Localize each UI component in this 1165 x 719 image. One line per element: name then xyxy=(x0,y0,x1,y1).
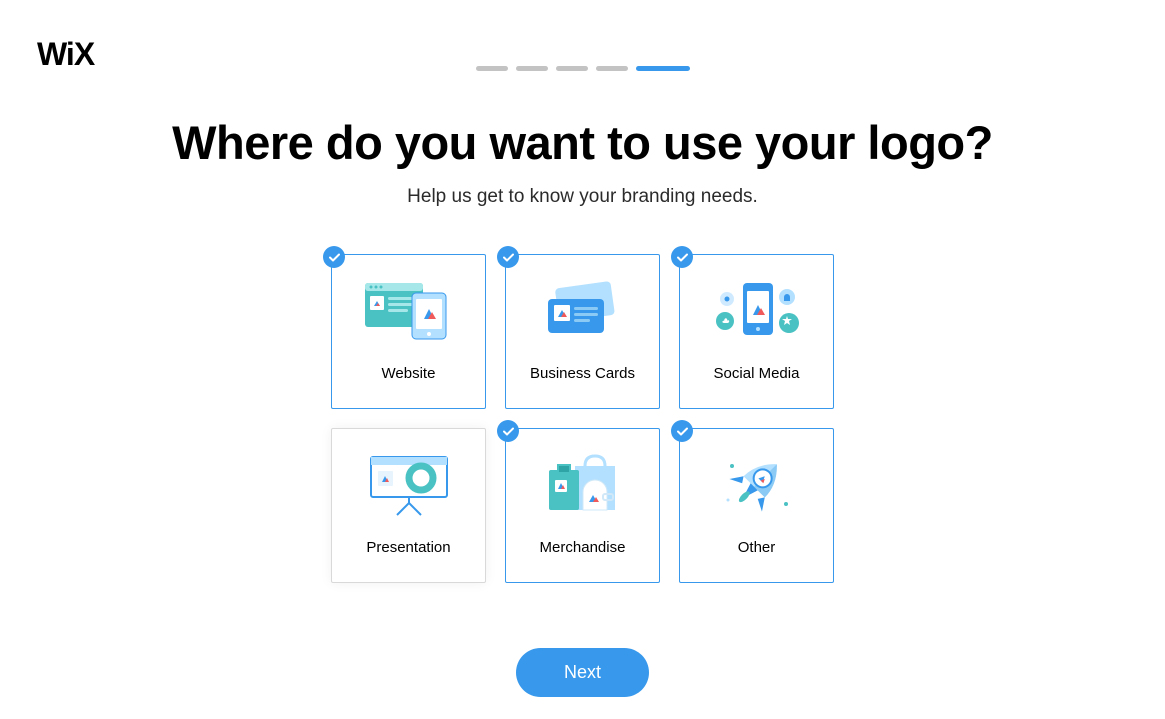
rocket-icon xyxy=(707,449,807,519)
check-icon xyxy=(497,246,519,268)
options-grid: Website Business Cards xyxy=(0,254,1165,583)
option-card-business-cards[interactable]: Business Cards xyxy=(505,254,660,409)
wix-logo: WiX xyxy=(37,36,94,73)
card-label: Business Cards xyxy=(530,365,635,382)
option-card-website[interactable]: Website xyxy=(331,254,486,409)
progress-step-3 xyxy=(556,66,588,71)
card-label: Website xyxy=(382,365,436,382)
page-subtitle: Help us get to know your branding needs. xyxy=(0,186,1165,208)
merchandise-icon xyxy=(533,449,633,519)
social-media-icon xyxy=(707,275,807,345)
check-icon xyxy=(671,420,693,442)
option-card-other[interactable]: Other xyxy=(679,428,834,583)
website-icon xyxy=(359,275,459,345)
page-title: Where do you want to use your logo? xyxy=(0,115,1165,170)
progress-bar xyxy=(0,0,1165,71)
card-label: Presentation xyxy=(366,539,450,556)
card-label: Merchandise xyxy=(540,539,626,556)
check-icon xyxy=(323,246,345,268)
option-card-social-media[interactable]: Social Media xyxy=(679,254,834,409)
check-icon xyxy=(671,246,693,268)
progress-step-1 xyxy=(476,66,508,71)
card-label: Other xyxy=(738,539,776,556)
progress-step-2 xyxy=(516,66,548,71)
progress-step-5 xyxy=(636,66,690,71)
card-label: Social Media xyxy=(714,365,800,382)
option-card-presentation[interactable]: Presentation xyxy=(331,428,486,583)
option-card-merchandise[interactable]: Merchandise xyxy=(505,428,660,583)
progress-step-4 xyxy=(596,66,628,71)
next-button[interactable]: Next xyxy=(516,648,649,697)
presentation-icon xyxy=(359,449,459,519)
check-icon xyxy=(497,420,519,442)
business-cards-icon xyxy=(533,275,633,345)
